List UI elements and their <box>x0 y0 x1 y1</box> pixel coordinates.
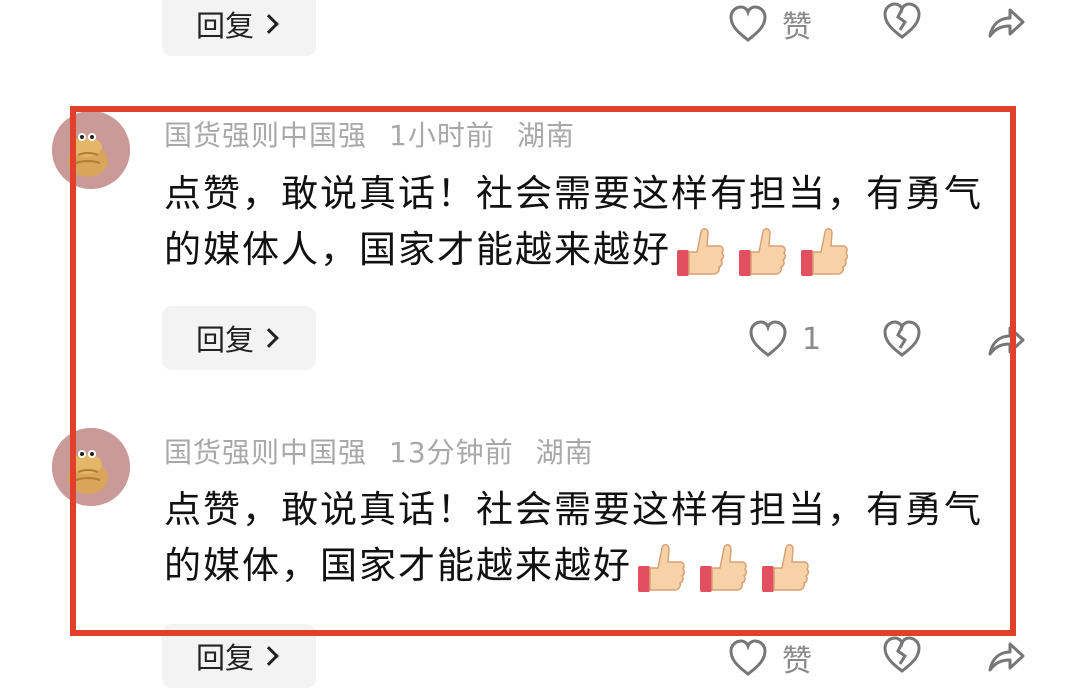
like-action[interactable]: 赞 <box>728 2 812 46</box>
share-action[interactable] <box>986 322 1026 358</box>
avatar[interactable] <box>52 428 130 506</box>
comment-time: 1小时前 <box>389 119 495 152</box>
like-label: 赞 <box>782 644 812 679</box>
like-label: 赞 <box>782 10 812 45</box>
share-action[interactable] <box>986 638 1026 674</box>
comment-location: 湖南 <box>516 119 575 152</box>
reply-button[interactable]: 回复 <box>162 624 316 688</box>
like-action[interactable]: 赞 <box>728 636 812 680</box>
heart-icon <box>729 639 767 676</box>
chevron-right-icon <box>259 646 279 666</box>
reply-button[interactable]: 回复 <box>162 0 316 56</box>
dislike-action[interactable] <box>882 2 922 40</box>
chevron-right-icon <box>259 14 279 34</box>
avatar-image <box>52 428 130 506</box>
dislike-action[interactable] <box>882 636 922 674</box>
share-icon <box>988 8 1025 38</box>
share-icon <box>988 642 1025 672</box>
thumbs-up-emojis <box>675 224 849 280</box>
thumbs-up-icon <box>638 543 686 592</box>
thumbs-up-icon <box>801 227 849 276</box>
comment-time: 13分钟前 <box>389 436 514 469</box>
heart-icon <box>749 320 787 357</box>
thumbs-up-icon <box>677 227 725 276</box>
share-icon <box>988 326 1025 356</box>
broken-heart-icon <box>883 2 921 39</box>
comment-meta: 国货强则中国强 1小时前 湖南 <box>164 114 597 154</box>
broken-heart-icon <box>883 636 921 673</box>
comment-text-content: 点赞，敢说真话！社会需要这样有担当，有勇气的媒体人，国家才能越来越好 <box>164 172 983 271</box>
comment-text: 点赞，敢说真话！社会需要这样有担当，有勇气的媒体，国家才能越来越好 <box>164 482 1014 606</box>
username[interactable]: 国货强则中国强 <box>164 119 367 152</box>
username[interactable]: 国货强则中国强 <box>164 436 367 469</box>
thumbs-up-icon <box>700 543 748 592</box>
avatar[interactable] <box>52 111 130 189</box>
reply-label: 回复 <box>196 9 255 43</box>
comment-text-content: 点赞，敢说真话！社会需要这样有担当，有勇气的媒体，国家才能越来越好 <box>164 488 983 587</box>
heart-icon <box>729 5 767 42</box>
comment-location: 湖南 <box>535 436 594 469</box>
comment-text: 点赞，敢说真话！社会需要这样有担当，有勇气的媒体人，国家才能越来越好 <box>164 166 1014 290</box>
comment-meta: 国货强则中国强 13分钟前 湖南 <box>164 431 616 471</box>
chevron-right-icon <box>259 328 279 348</box>
thumbs-up-icon <box>739 227 787 276</box>
thumbs-up-emojis <box>636 540 810 596</box>
like-action[interactable]: 1 <box>748 320 821 358</box>
dislike-action[interactable] <box>882 320 922 358</box>
avatar-image <box>52 111 130 189</box>
share-action[interactable] <box>986 4 1026 40</box>
like-count: 1 <box>802 321 822 357</box>
reply-button[interactable]: 回复 <box>162 306 316 370</box>
broken-heart-icon <box>883 320 921 357</box>
reply-label: 回复 <box>196 323 255 357</box>
thumbs-up-icon <box>762 543 810 592</box>
reply-label: 回复 <box>196 641 255 675</box>
